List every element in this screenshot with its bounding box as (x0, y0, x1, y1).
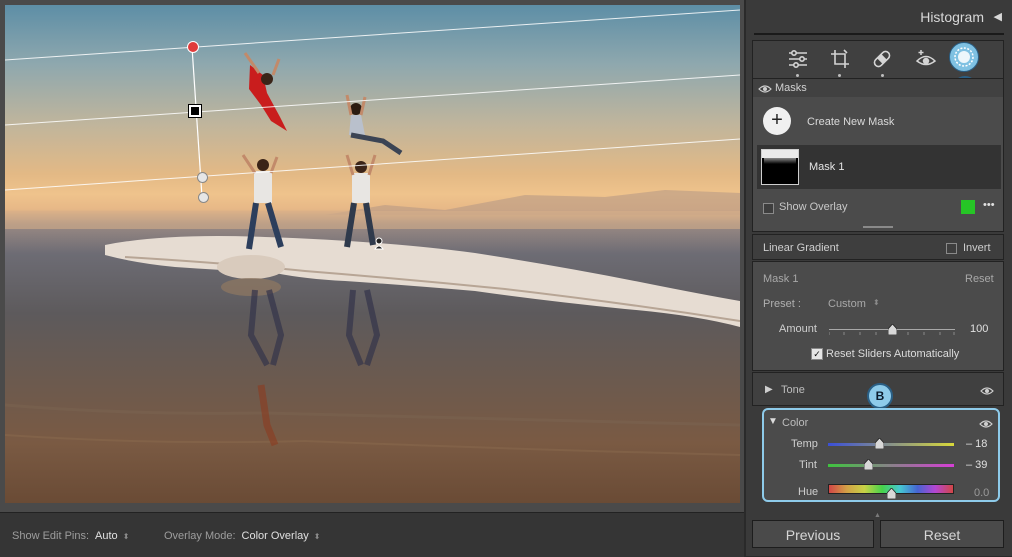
linear-gradient-row: Linear Gradient Invert (752, 234, 1004, 260)
tone-expand-icon[interactable]: ▶ (765, 384, 773, 395)
tool-indicator-dot (838, 74, 841, 77)
tool-indicator-dot (796, 74, 799, 77)
histogram-title[interactable]: Histogram (920, 9, 984, 25)
gradient-top-handle[interactable] (187, 41, 199, 53)
invert-checkbox[interactable] (946, 243, 957, 254)
tint-slider-thumb[interactable] (863, 459, 873, 470)
tone-label: Tone (781, 384, 805, 396)
temp-slider-track[interactable] (828, 443, 954, 446)
masking-icon (954, 47, 974, 67)
previous-button[interactable]: Previous (752, 520, 874, 548)
mask-adjust-section: Mask 1 Reset Preset : Custom ⬍ Amount 10… (752, 261, 1004, 371)
preset-value[interactable]: Custom (828, 298, 866, 310)
reset-button[interactable]: Reset (880, 520, 1004, 548)
amount-label: Amount (779, 323, 817, 335)
create-new-mask-button[interactable]: + (763, 107, 791, 135)
reset-sliders-checkbox[interactable]: ✓ (811, 348, 823, 360)
create-new-mask-label[interactable]: Create New Mask (807, 116, 894, 128)
more-options-icon[interactable]: ••• (983, 199, 995, 211)
bottom-toolbar: Show Edit Pins: Auto ⬍ Overlay Mode: Color … (0, 512, 744, 557)
masks-visibility-eye-icon[interactable] (758, 84, 772, 94)
edit-sliders-icon[interactable] (786, 48, 810, 70)
linear-gradient-label: Linear Gradient (763, 242, 839, 254)
edit-pins-value[interactable]: Auto (95, 530, 118, 542)
healing-icon[interactable] (870, 48, 894, 70)
gradient-rotate-handle[interactable] (198, 192, 209, 203)
preset-label: Preset : (763, 298, 801, 310)
callout-b: B (867, 383, 893, 409)
crop-icon[interactable] (828, 48, 852, 70)
tool-indicator-dot (881, 74, 884, 77)
preset-dropdown-icon[interactable]: ⬍ (873, 298, 880, 307)
tone-visibility-eye-icon[interactable] (980, 386, 994, 396)
reset-sliders-label[interactable]: Reset Sliders Automatically (826, 348, 959, 360)
mask-thumbnail (761, 149, 799, 185)
temp-slider-thumb[interactable] (875, 438, 885, 449)
show-overlay-label[interactable]: Show Overlay (779, 201, 847, 213)
edit-pins-dropdown-icon[interactable]: ⬍ (123, 532, 130, 541)
overlay-mode-value[interactable]: Color Overlay (242, 530, 309, 542)
color-visibility-eye-icon[interactable] (979, 419, 993, 429)
hue-slider-thumb[interactable] (886, 488, 896, 499)
tint-label: Tint (799, 459, 817, 471)
red-eye-icon[interactable] (914, 48, 938, 70)
photo-canvas[interactable] (5, 5, 740, 503)
hue-value[interactable]: 0.0 (974, 487, 989, 499)
amount-value[interactable]: 100 (970, 323, 988, 335)
temp-value[interactable]: – 18 (966, 438, 987, 450)
tint-value[interactable]: – 39 (966, 459, 987, 471)
color-label: Color (782, 417, 809, 429)
amount-slider-thumb[interactable] (887, 324, 897, 335)
develop-panel: Histogram ◀ A ? Masks + Create New Mask (746, 0, 1012, 556)
overlay-mode-dropdown-icon[interactable]: ⬍ (314, 532, 321, 541)
overlay-mode-control[interactable]: Overlay Mode: Color Overlay ⬍ (164, 530, 320, 542)
gradient-center-pin[interactable] (188, 104, 202, 118)
gradient-bottom-handle[interactable] (197, 172, 208, 183)
temp-label: Temp (791, 438, 818, 450)
panel-scroll-indicator: ▲ (874, 512, 881, 519)
mask-reset-button[interactable]: Reset (965, 273, 994, 285)
edit-pins-control[interactable]: Show Edit Pins: Auto ⬍ (12, 530, 129, 542)
masks-section: Masks + Create New Mask Mask 1 Show Over… (752, 78, 1004, 232)
mask-list-item[interactable]: Mask 1 (757, 145, 1001, 189)
photo-scene (5, 9, 740, 456)
hue-label: Hue (798, 486, 819, 498)
tint-slider-track[interactable] (828, 464, 954, 467)
edit-pins-label: Show Edit Pins: (12, 530, 90, 542)
overlay-color-swatch[interactable] (961, 200, 975, 214)
photo-canvas-frame (0, 0, 744, 512)
masks-resize-handle[interactable] (863, 226, 893, 228)
invert-label[interactable]: Invert (963, 242, 991, 254)
masking-tool-button[interactable] (949, 42, 979, 72)
color-collapse-icon[interactable]: ▼ (768, 416, 778, 427)
histogram-collapse-icon[interactable]: ◀ (994, 10, 1002, 23)
brush-cursor-icon (373, 236, 387, 250)
show-overlay-checkbox[interactable] (763, 203, 774, 214)
masks-header-label: Masks (775, 82, 807, 94)
mask-1-label: Mask 1 (809, 161, 845, 173)
overlay-mode-label: Overlay Mode: (164, 530, 236, 542)
mask-section-title: Mask 1 (763, 273, 799, 285)
color-section: ▼ Color Temp – 18 Tint – 39 Hue 0.0 (762, 408, 1000, 502)
masks-header: Masks (753, 79, 1003, 97)
histogram-divider (754, 33, 1004, 35)
